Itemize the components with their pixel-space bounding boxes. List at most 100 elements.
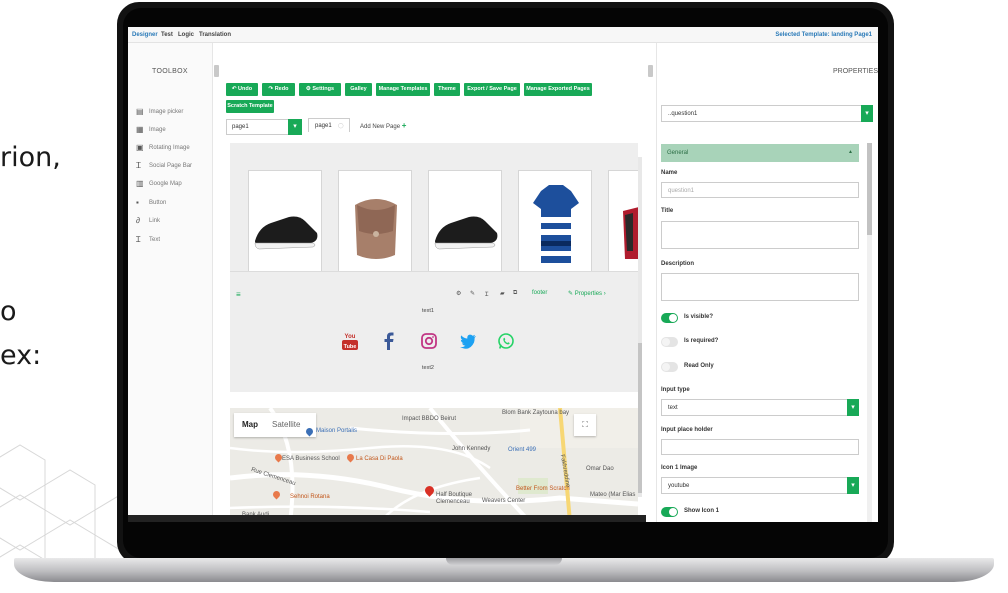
undo-button[interactable]: ↶ Undo	[226, 83, 258, 96]
title-label: Title	[661, 208, 674, 214]
image-picker-icon: ▤	[136, 107, 144, 116]
manage-templates-button[interactable]: Manage Templates	[376, 83, 430, 96]
youtube-icon[interactable]: You Tube	[341, 331, 359, 351]
selected-template-label[interactable]: Selected Template: landing Page1	[775, 32, 872, 38]
properties-title: PROPERTIES	[833, 68, 878, 75]
chevron-down-icon: ▾	[847, 399, 859, 416]
map-label: John Kennedy	[452, 446, 491, 452]
description-label: Description	[661, 261, 695, 267]
shirt-image	[533, 185, 579, 263]
icon1-image-label: Icon 1 Image	[661, 465, 698, 471]
map-label: Better From Scratch	[516, 486, 570, 492]
hexagon-pattern-decoration	[0, 444, 120, 570]
shoe-image	[254, 216, 318, 250]
whatsapp-icon[interactable]	[497, 331, 515, 351]
copy-icon[interactable]: ⧉	[513, 290, 517, 297]
toolbox-title: TOOLBOX	[152, 68, 188, 75]
fullscreen-icon[interactable]: ⛶	[574, 414, 596, 436]
product-image-partial[interactable]	[608, 170, 639, 272]
tab-test[interactable]: Test	[161, 32, 173, 38]
pencil-icon[interactable]: ✎	[470, 290, 475, 297]
map-label: La Casa Di Paola	[356, 456, 403, 462]
map-type-map[interactable]: Map	[242, 420, 258, 429]
description-field[interactable]	[661, 273, 859, 301]
map-icon: ▥	[136, 179, 144, 188]
add-new-page-button[interactable]: Add New Page +	[360, 121, 406, 130]
map-label: ESA Business School	[282, 456, 340, 462]
rotating-image-icon: ▣	[136, 143, 144, 152]
chevron-down-icon: ▾	[861, 105, 873, 122]
button-icon: ▪	[136, 198, 139, 207]
icon1-image-select[interactable]: youtube ▾	[661, 477, 859, 494]
instagram-icon[interactable]	[420, 331, 438, 351]
collapse-properties-handle[interactable]	[648, 65, 653, 77]
image-icon: ▦	[136, 125, 144, 134]
product-image-shoe-2[interactable]	[428, 170, 502, 272]
twitter-icon[interactable]	[459, 331, 477, 351]
export-save-button[interactable]: Export / Save Page	[464, 83, 520, 96]
properties-link[interactable]: ✎ Properties ›	[568, 290, 606, 297]
top-tab-bar: Designer Test Logic Translation Selected…	[128, 27, 878, 43]
chevron-down-icon: ▾	[288, 119, 302, 135]
product-image-shoe-1[interactable]	[248, 170, 322, 272]
bag-image	[623, 207, 639, 259]
page-select[interactable]: page1 ▾	[226, 119, 302, 135]
product-image-shirt[interactable]	[518, 170, 592, 272]
map-label: Half Boutique Clemenceau	[436, 492, 473, 505]
tab-logic[interactable]: Logic	[178, 32, 194, 38]
tab-translation[interactable]: Translation	[199, 32, 231, 38]
general-section-header[interactable]: General ▲	[661, 144, 859, 162]
product-image-bag[interactable]	[338, 170, 412, 272]
chevron-right-icon: ›	[602, 291, 606, 297]
question-select[interactable]: ..question1 ▾	[661, 105, 873, 122]
properties-panel: PROPERTIES ..question1 ▾ General ▲ Name …	[656, 43, 878, 522]
settings-button[interactable]: ⚙ Settings	[299, 83, 341, 96]
map-label: Sehnoi Rotana	[290, 494, 330, 500]
map-label: Orient 499	[508, 447, 537, 453]
page-tab-icon: ◯	[338, 123, 344, 129]
map-label: Mateo (Mar Elias	[590, 492, 636, 498]
social-bar-icon: Ꮖ	[136, 161, 142, 170]
brush-icon[interactable]: ▰	[500, 290, 505, 297]
page-tab[interactable]: page1 ◯	[308, 118, 350, 132]
map-type-satellite[interactable]: Satellite	[272, 420, 300, 429]
toggle-off	[661, 337, 678, 347]
text1-label: text1	[422, 308, 434, 314]
gallery-button[interactable]: Galley	[345, 83, 372, 96]
input-type-select[interactable]: text ▾	[661, 399, 859, 416]
input-type-label: Input type	[661, 387, 690, 393]
facebook-icon[interactable]	[380, 331, 398, 351]
designer-scrollbar[interactable]	[638, 157, 642, 497]
properties-scrollbar[interactable]	[867, 143, 872, 522]
footer-label[interactable]: footer	[532, 290, 547, 296]
redo-button[interactable]: ↷ Redo	[262, 83, 295, 96]
text-icon: Ɪ	[136, 235, 141, 244]
svg-text:You: You	[345, 334, 356, 340]
placeholder-field[interactable]	[661, 439, 859, 455]
collapse-toolbox-handle[interactable]	[214, 65, 219, 77]
link-icon: ∂	[136, 216, 140, 225]
map-label: Weavers Center	[482, 498, 526, 504]
google-map[interactable]: Map Satellite ⛶ Maison Portalis Impact B…	[230, 408, 638, 522]
bag-image	[355, 199, 397, 259]
theme-button[interactable]: Theme	[434, 83, 460, 96]
text-style-icon[interactable]: Ɪ	[485, 290, 488, 298]
page-canvas: ≡ ⚙ ✎ Ɪ ▰ ⧉ footer ✎ Properties › text1 …	[230, 143, 639, 522]
slide-text-line-2: o	[0, 296, 17, 327]
name-label: Name	[661, 170, 678, 176]
placeholder-label: Input place holder	[661, 427, 713, 433]
status-strip	[128, 515, 646, 522]
designer-area: ↶ Undo ↷ Redo ⚙ Settings Galley Manage T…	[222, 43, 646, 522]
title-field[interactable]	[661, 221, 859, 249]
hamburger-icon[interactable]: ≡	[236, 290, 241, 299]
scratch-template-button[interactable]: Scratch Template	[226, 100, 274, 113]
chevron-down-icon: ▾	[847, 477, 859, 494]
map-label: Impact BBDO Beirut	[402, 416, 457, 422]
slide-text-line-3: ex:	[0, 340, 42, 371]
settings-icon[interactable]: ⚙	[456, 290, 461, 297]
wrench-icon: ✎	[568, 291, 575, 297]
laptop-base	[0, 550, 1008, 593]
name-field[interactable]: question1	[661, 182, 859, 198]
manage-exported-pages-button[interactable]: Manage Exported Pages	[524, 83, 592, 96]
tab-designer[interactable]: Designer	[132, 32, 158, 38]
